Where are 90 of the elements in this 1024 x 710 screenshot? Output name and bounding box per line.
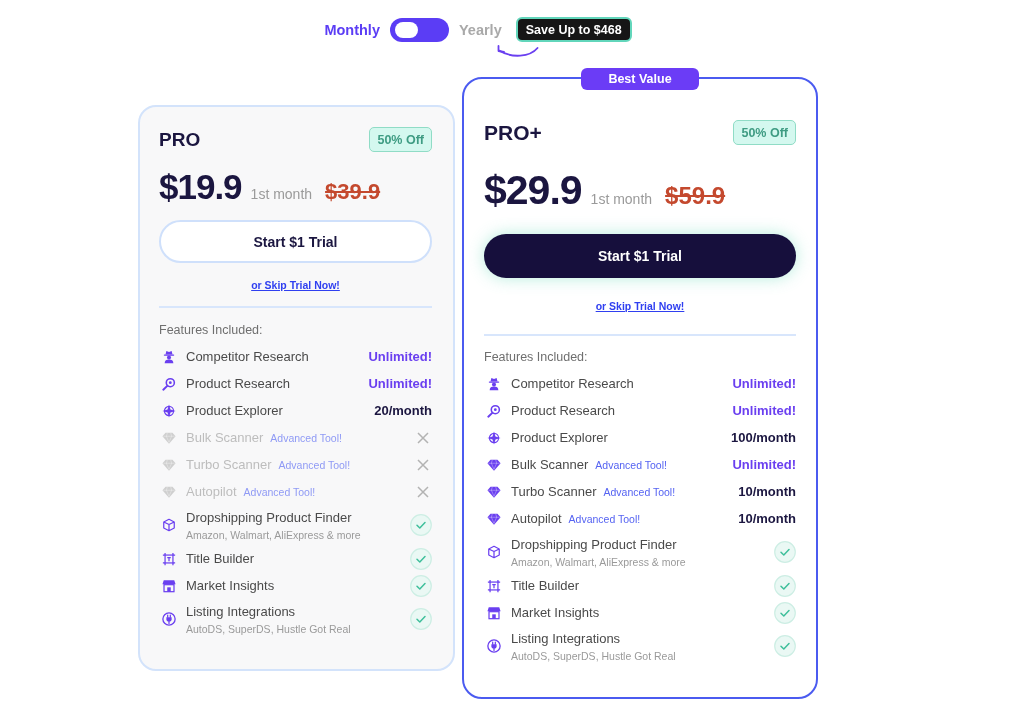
- feature-name: Dropshipping Product Finder: [511, 536, 677, 552]
- feature-name: Product Research: [511, 403, 616, 418]
- diamond-icon: [162, 457, 176, 472]
- plug-icon: [162, 612, 176, 626]
- feature-limit: Unlimited!: [368, 376, 432, 391]
- cube-icon: [162, 518, 176, 532]
- check-icon: [410, 608, 432, 630]
- feature-name: Autopilot: [186, 484, 237, 499]
- check-icon: [774, 601, 796, 624]
- skip-trial-link[interactable]: or Skip Trial Now!: [251, 279, 340, 291]
- feature-name: Competitor Research: [511, 376, 634, 391]
- feature-name: Turbo Scanner: [186, 457, 272, 472]
- cross-icon: [417, 431, 429, 444]
- savings-badge: Save Up to $468: [515, 17, 632, 42]
- best-value-ribbon: Best Value: [581, 68, 699, 90]
- feature-description: Amazon, Walmart, AliExpress & more: [186, 528, 362, 541]
- feature-name: Market Insights: [186, 578, 275, 593]
- feature-name: Competitor Research: [186, 349, 309, 364]
- feature-limit: 10/month: [738, 511, 796, 526]
- plan-name: PRO+: [484, 120, 542, 145]
- diamond-icon: [487, 484, 501, 499]
- diamond-icon: [162, 484, 176, 499]
- advanced-tool-label: Advanced Tool!: [270, 432, 342, 444]
- billing-option[interactable]: Monthly: [324, 21, 380, 38]
- cross-icon: [417, 458, 429, 471]
- diamond-icon: [162, 430, 176, 445]
- discount-badge: 50% Off: [733, 120, 796, 145]
- price-note: 1st month: [250, 186, 313, 202]
- price: $29.9: [484, 167, 582, 214]
- feature-limit: Unlimited!: [732, 457, 796, 472]
- feature-limit: Unlimited!: [732, 376, 796, 391]
- magnifier-icon: [487, 403, 501, 418]
- feature-name: Bulk Scanner: [511, 457, 589, 472]
- person-icon: [487, 376, 501, 391]
- compass-icon: [487, 430, 501, 445]
- magnifier-icon: [162, 376, 176, 391]
- text-frame-icon: [487, 578, 501, 593]
- advanced-tool-label: Advanced Tool!: [603, 486, 676, 498]
- advanced-tool-label: Advanced Tool!: [595, 459, 667, 471]
- feature-name: Product Explorer: [511, 430, 608, 445]
- feature-limit: 10/month: [738, 484, 796, 499]
- feature-name: Product Explorer: [186, 403, 283, 418]
- check-icon: [774, 574, 796, 597]
- price: $19.9: [159, 167, 242, 207]
- original-price: $59.9: [665, 182, 726, 210]
- skip-trial-link[interactable]: or Skip Trial Now!: [595, 300, 685, 312]
- plan-name: PRO: [159, 128, 201, 151]
- advanced-tool-label: Advanced Tool!: [278, 459, 351, 471]
- compass-icon: [162, 403, 176, 418]
- advanced-tool-label: Advanced Tool!: [568, 513, 641, 525]
- check-icon: [774, 541, 796, 563]
- features-heading: Features Included:: [484, 350, 589, 364]
- diamond-icon: [487, 511, 501, 526]
- original-price: $39.9: [325, 179, 381, 205]
- feature-limit: Unlimited!: [368, 349, 432, 364]
- check-icon: [410, 514, 432, 536]
- feature-limit: 20/month: [374, 403, 432, 418]
- feature-description: AutoDS, SuperDS, Hustle Got Real: [186, 622, 352, 635]
- feature-limit: Unlimited!: [732, 403, 796, 418]
- feature-name: Title Builder: [186, 551, 255, 566]
- storefront-icon: [162, 578, 176, 593]
- price-note: 1st month: [590, 191, 653, 207]
- feature-description: AutoDS, SuperDS, Hustle Got Real: [511, 649, 677, 662]
- feature-name: Bulk Scanner: [186, 430, 264, 445]
- billing-switch[interactable]: [389, 17, 449, 42]
- storefront-icon: [487, 605, 501, 620]
- feature-name: Product Research: [186, 376, 291, 391]
- feature-name: Market Insights: [511, 605, 600, 620]
- check-icon: [410, 547, 432, 570]
- trial-button[interactable]: Start $1 Trial: [484, 234, 796, 278]
- cross-icon: [417, 485, 429, 498]
- trial-button[interactable]: Start $1 Trial: [159, 220, 432, 263]
- feature-limit: 100/month: [731, 430, 796, 445]
- feature-name: Listing Integrations: [186, 603, 296, 619]
- feature-name: Turbo Scanner: [511, 484, 597, 499]
- text-frame-icon: [162, 551, 176, 566]
- feature-name: Autopilot: [511, 511, 562, 526]
- feature-name: Title Builder: [511, 578, 580, 593]
- discount-badge: 50% Off: [369, 127, 432, 152]
- cube-icon: [487, 545, 501, 559]
- feature-name: Listing Integrations: [511, 630, 621, 646]
- features-heading: Features Included:: [159, 323, 264, 337]
- feature-name: Dropshipping Product Finder: [186, 509, 352, 525]
- person-icon: [162, 349, 176, 364]
- feature-description: Amazon, Walmart, AliExpress & more: [511, 555, 687, 568]
- check-icon: [410, 574, 432, 597]
- advanced-tool-label: Advanced Tool!: [243, 486, 316, 498]
- check-icon: [774, 635, 796, 657]
- plug-icon: [487, 639, 501, 653]
- diamond-icon: [487, 457, 501, 472]
